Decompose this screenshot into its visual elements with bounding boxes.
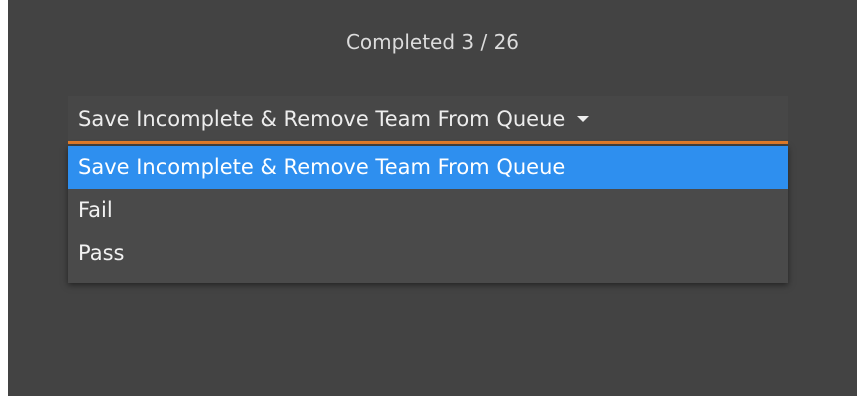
option-fail[interactable]: Fail — [68, 189, 788, 232]
progress-label: Completed 3 / 26 — [345, 30, 520, 54]
option-save-incomplete[interactable]: Save Incomplete & Remove Team From Queue — [68, 146, 788, 189]
result-dropdown[interactable]: Save Incomplete & Remove Team From Queue — [68, 96, 788, 144]
dropdown-selected-label: Save Incomplete & Remove Team From Queue — [78, 106, 566, 131]
dropdown-menu: Save Incomplete & Remove Team From Queue… — [68, 146, 788, 283]
review-panel: Completed 3 / 26 Save Incomplete & Remov… — [8, 0, 857, 396]
option-pass[interactable]: Pass — [68, 232, 788, 275]
caret-down-icon — [577, 115, 590, 122]
